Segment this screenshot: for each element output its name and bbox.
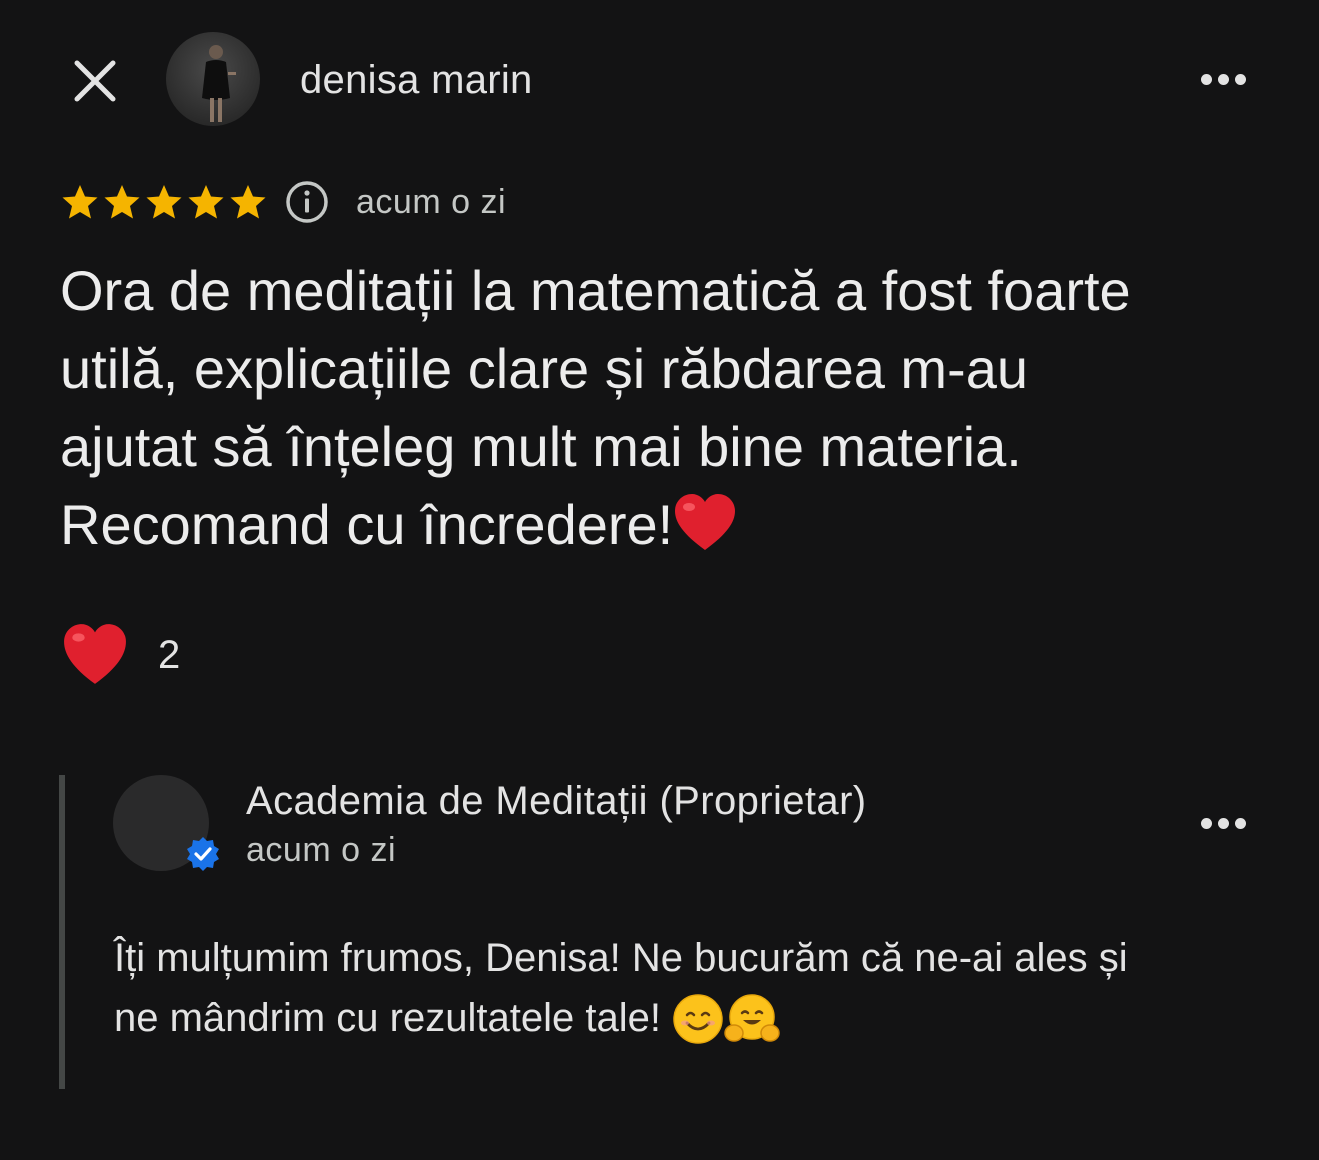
review-text-line: Recomand cu încredere! <box>60 493 674 556</box>
more-dot <box>1200 73 1212 85</box>
reviewer-avatar-photo <box>202 45 236 122</box>
reply-more-button[interactable] <box>1193 803 1253 843</box>
owner-reply-time: acum o zi <box>246 831 396 869</box>
star-icon <box>188 185 224 219</box>
reaction-count: 2 <box>158 632 181 677</box>
more-dot <box>1217 73 1229 85</box>
reply-divider <box>59 775 65 1089</box>
star-icon <box>146 185 182 219</box>
reviewer-avatar[interactable] <box>166 32 260 126</box>
red-heart-emoji <box>64 624 126 684</box>
reaction-button[interactable]: 2 <box>60 620 180 690</box>
rating-row: acum o zi <box>60 176 506 228</box>
star-icon <box>230 185 266 219</box>
close-button[interactable] <box>64 50 126 112</box>
star-rating <box>60 182 268 222</box>
smiling-face-emoji <box>672 990 724 1050</box>
owner-reply-text: Îți mulțumim frumos, Denisa! Ne bucurăm … <box>114 928 1254 1050</box>
reply-text-line: ne mândrim cu rezultatele tale! <box>114 996 673 1040</box>
star-icon <box>62 185 98 219</box>
verified-badge-icon <box>187 837 219 871</box>
hugging-face-emoji <box>724 990 780 1050</box>
close-icon <box>74 60 116 102</box>
reviewer-name[interactable]: denisa marin <box>300 56 533 104</box>
info-button[interactable] <box>284 179 330 225</box>
review-text-line: Ora de meditații la matematică a fost fo… <box>60 259 1131 322</box>
more-dot <box>1234 817 1246 829</box>
reply-text-line: Îți mulțumim frumos, Denisa! Ne bucurăm … <box>114 936 1128 980</box>
more-dot <box>1234 73 1246 85</box>
info-icon <box>286 181 328 223</box>
star-icon <box>104 185 140 219</box>
review-time: acum o zi <box>356 182 506 221</box>
more-dot <box>1217 817 1229 829</box>
review-text-line: utilă, explicațiile clare și răbdarea m-… <box>60 337 1028 400</box>
owner-name[interactable]: Academia de Meditații (Proprietar) <box>246 778 867 824</box>
red-heart-emoji <box>673 490 737 568</box>
review-more-button[interactable] <box>1193 59 1253 99</box>
more-dot <box>1200 817 1212 829</box>
review-text-line: ajutat să înțeleg mult mai bine materia. <box>60 415 1022 478</box>
review-text: Ora de meditații la matematică a fost fo… <box>60 252 1270 568</box>
